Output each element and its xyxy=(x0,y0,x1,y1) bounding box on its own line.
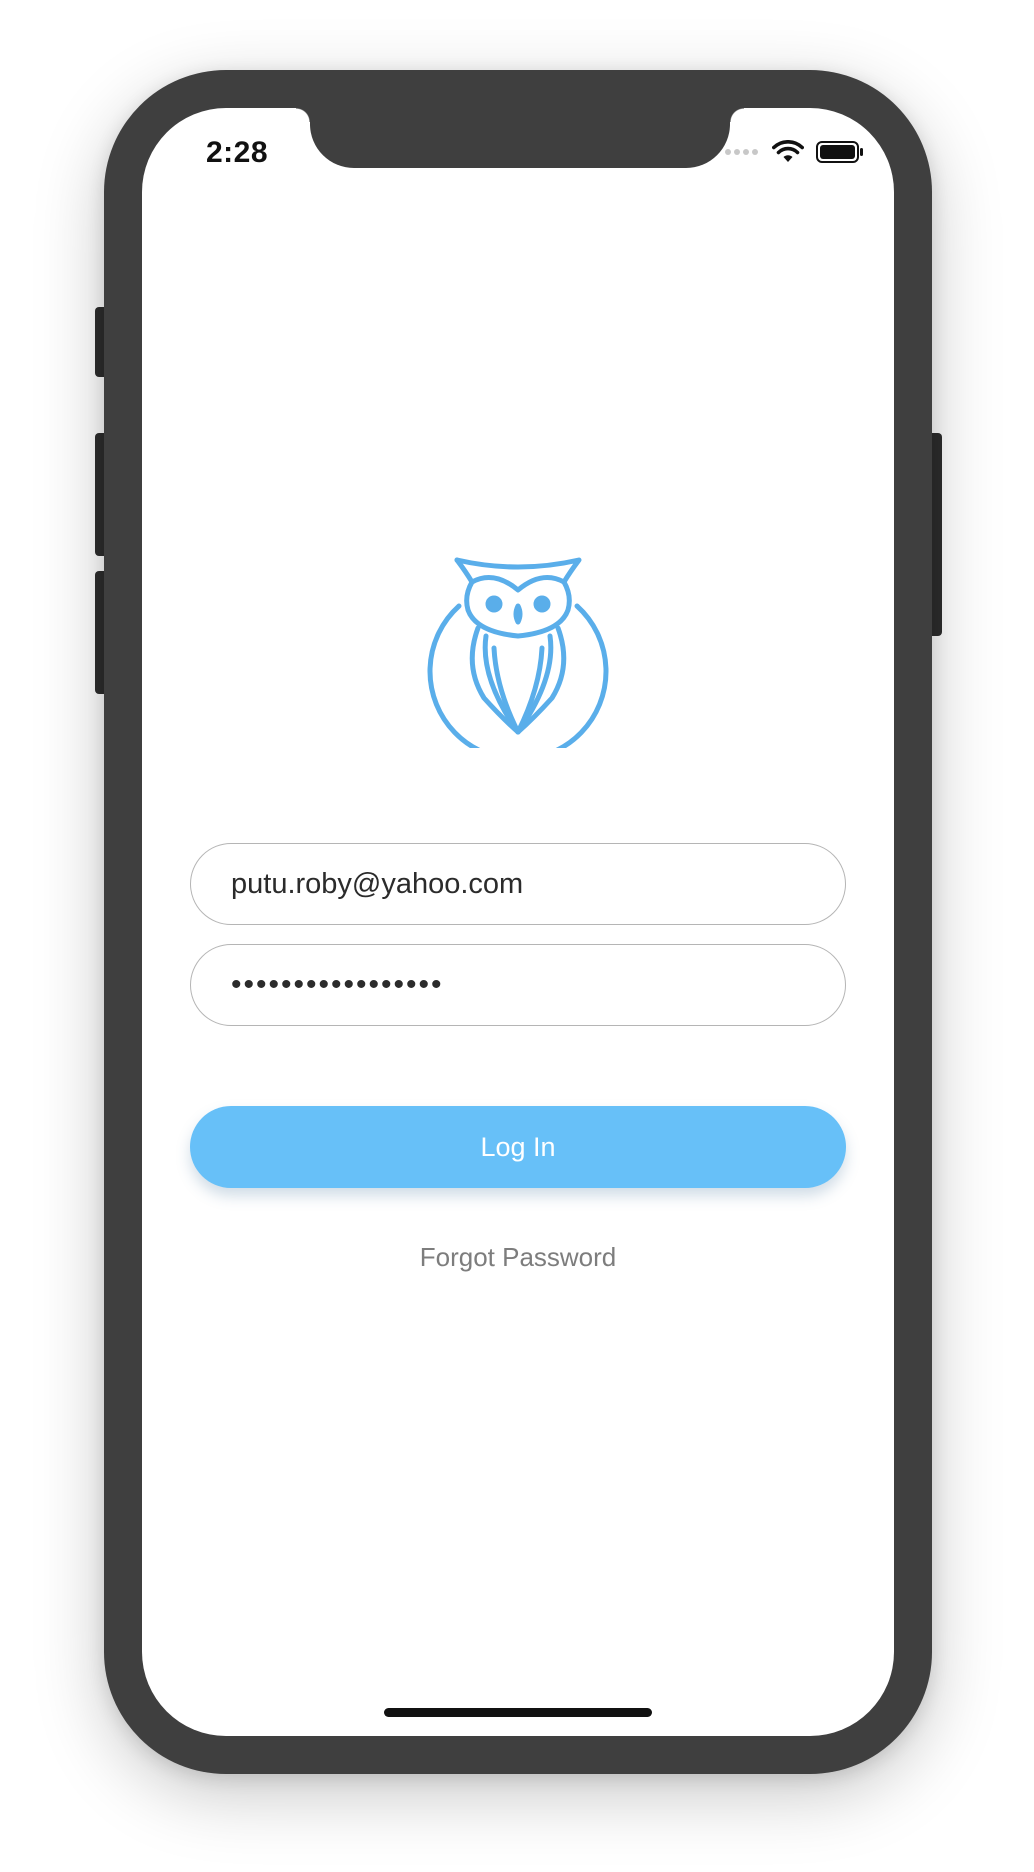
password-value: ••••••••••••••••• xyxy=(231,968,444,1001)
device-mockup: 2:28 putu.roby@yahoo.com •••••••••••••••… xyxy=(0,0,1034,1872)
status-time: 2:28 xyxy=(206,136,269,169)
status-icons xyxy=(724,140,864,164)
notch xyxy=(296,108,744,168)
login-button[interactable]: Log In xyxy=(190,1106,846,1188)
wifi-icon xyxy=(772,140,804,162)
home-indicator xyxy=(384,1708,652,1717)
forgot-password-link[interactable]: Forgot Password xyxy=(142,1242,894,1273)
email-value: putu.roby@yahoo.com xyxy=(231,867,524,900)
phone-screen: 2:28 putu.roby@yahoo.com •••••••••••••••… xyxy=(142,108,894,1736)
phone-frame: 2:28 putu.roby@yahoo.com •••••••••••••••… xyxy=(104,70,932,1774)
password-field[interactable]: ••••••••••••••••• xyxy=(190,944,846,1026)
owl-logo-icon xyxy=(427,557,609,748)
email-field[interactable]: putu.roby@yahoo.com xyxy=(190,843,846,925)
signal-dots-icon xyxy=(725,149,758,155)
battery-icon xyxy=(816,141,863,163)
